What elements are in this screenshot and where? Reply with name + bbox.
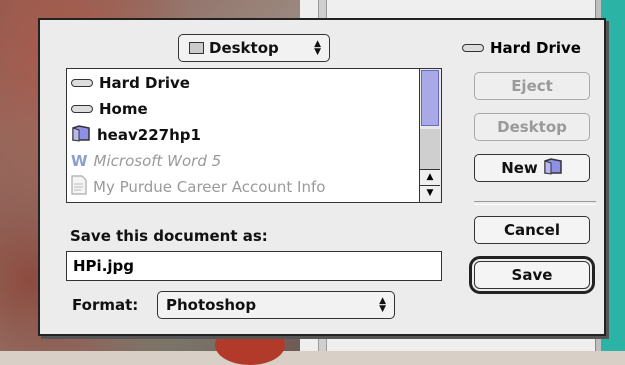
- location-popup-label: Desktop: [209, 39, 279, 57]
- popup-arrows-icon: ▲ ▼: [379, 296, 386, 314]
- hard-drive-icon: [462, 44, 484, 52]
- list-item-label: Hard Drive: [99, 74, 190, 92]
- eject-button-label: Eject: [511, 77, 553, 95]
- list-item[interactable]: My Purdue Career Account Info: [71, 175, 325, 199]
- format-popup-label: Photoshop: [166, 296, 257, 314]
- list-item[interactable]: Hard Drive: [71, 71, 190, 95]
- save-button[interactable]: Save: [469, 256, 595, 294]
- list-item[interactable]: Home: [71, 97, 148, 121]
- button-divider: [474, 201, 596, 205]
- desktop-icon: [189, 42, 204, 54]
- volume-label: Hard Drive: [490, 39, 581, 57]
- desktop-button-label: Desktop: [497, 118, 567, 136]
- save-dialog: Desktop ▲ ▼ Hard Drive Hard Drive Home he…: [38, 18, 606, 336]
- cancel-button-label: Cancel: [503, 221, 560, 239]
- eject-button[interactable]: Eject: [474, 72, 590, 100]
- save-as-label: Save this document as:: [70, 227, 268, 245]
- scroll-up-arrow-icon[interactable]: ▲: [420, 169, 440, 185]
- new-button-label: New: [501, 159, 538, 177]
- file-list-scrollbar[interactable]: ▲ ▼: [419, 69, 441, 202]
- popup-arrows-icon: ▲ ▼: [314, 39, 321, 57]
- list-item-label: My Purdue Career Account Info: [93, 178, 326, 196]
- volume-indicator: Hard Drive: [462, 39, 581, 57]
- filename-field[interactable]: HPi.jpg: [66, 251, 442, 281]
- scroll-track[interactable]: [420, 129, 440, 169]
- scroll-thumb[interactable]: [421, 70, 439, 126]
- list-item-label: Home: [99, 100, 148, 118]
- list-item[interactable]: W Microsoft Word 5: [71, 149, 221, 173]
- scroll-down-arrow-icon[interactable]: ▼: [420, 185, 440, 201]
- list-item[interactable]: heav227hp1: [71, 123, 201, 147]
- cancel-button[interactable]: Cancel: [474, 216, 590, 244]
- list-item-label: Microsoft Word 5: [93, 152, 222, 170]
- hard-drive-icon: [71, 79, 93, 87]
- file-list[interactable]: Hard Drive Home heav227hp1 W Microsoft W…: [66, 68, 442, 203]
- list-item-label: heav227hp1: [97, 126, 201, 144]
- new-folder-button[interactable]: New: [474, 154, 590, 182]
- document-icon: [71, 175, 87, 199]
- location-popup[interactable]: Desktop ▲ ▼: [178, 34, 330, 62]
- folder-icon: [71, 124, 91, 146]
- new-folder-icon: [543, 157, 563, 179]
- format-label: Format:: [72, 296, 139, 314]
- desktop-button[interactable]: Desktop: [474, 113, 590, 141]
- word-doc-icon: W: [71, 152, 88, 170]
- hard-drive-icon: [71, 105, 93, 113]
- format-popup[interactable]: Photoshop ▲ ▼: [157, 291, 395, 319]
- save-button-label: Save: [511, 266, 553, 284]
- filename-value: HPi.jpg: [73, 257, 135, 275]
